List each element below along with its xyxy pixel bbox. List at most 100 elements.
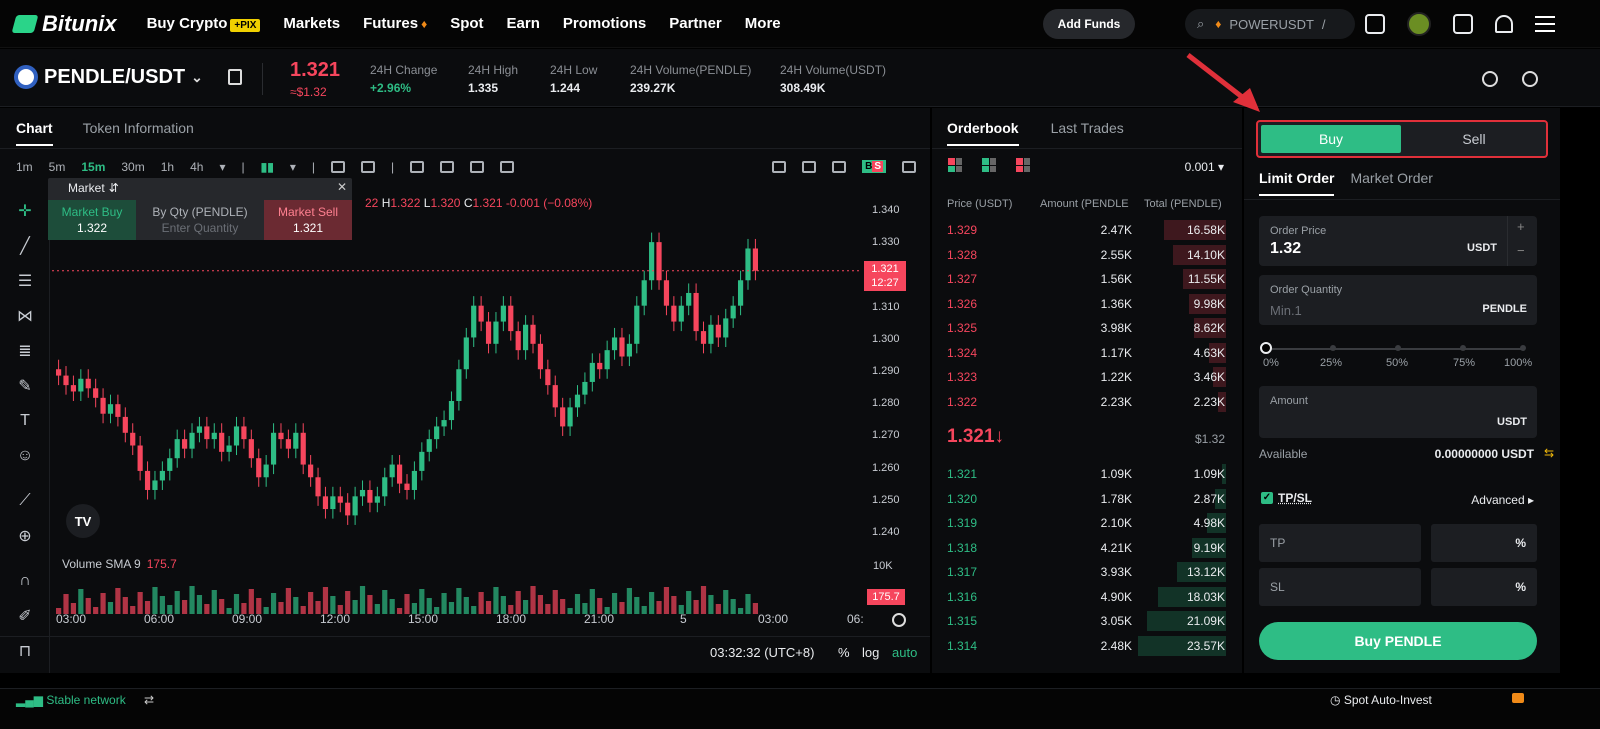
timeframe-30m[interactable]: 30m bbox=[121, 160, 144, 174]
quantity-slider[interactable] bbox=[1260, 342, 1526, 354]
plus-icon[interactable]: + bbox=[1517, 219, 1525, 234]
timeframe-1m[interactable]: 1m bbox=[16, 160, 33, 174]
candle-type-icon[interactable]: ▮▮ bbox=[261, 160, 274, 174]
brush-icon[interactable]: ✎ bbox=[14, 375, 36, 397]
menu-futures[interactable]: Futures ♦ bbox=[363, 15, 427, 32]
magnet-icon[interactable]: ∩ bbox=[14, 570, 36, 592]
market-sell-button[interactable]: Market Sell 1.321 bbox=[264, 200, 352, 240]
horizontal-lines-icon[interactable]: ☰ bbox=[14, 270, 36, 292]
tick-size-select[interactable]: 0.001 ▾ bbox=[1185, 160, 1224, 174]
slider-mark-75[interactable]: 75% bbox=[1453, 357, 1475, 369]
auto-scale-toggle[interactable]: auto bbox=[892, 645, 917, 660]
chevron-down-icon[interactable]: ▾ bbox=[290, 160, 296, 174]
close-icon[interactable]: ✕ bbox=[337, 180, 347, 194]
tab-token-information[interactable]: Token Information bbox=[83, 120, 194, 146]
timeframe-5m[interactable]: 5m bbox=[49, 160, 66, 174]
log-scale-toggle[interactable]: log bbox=[862, 645, 879, 660]
pair-selector[interactable]: PENDLE/USDT ⌄ bbox=[14, 65, 203, 89]
ask-row[interactable]: 1.329 2.47K 16.58K bbox=[932, 218, 1242, 242]
percent-scale-toggle[interactable]: % bbox=[838, 645, 850, 660]
add-funds-button[interactable]: Add Funds bbox=[1043, 9, 1135, 39]
tab-limit-order[interactable]: Limit Order bbox=[1259, 170, 1335, 196]
slider-handle[interactable] bbox=[1260, 342, 1272, 354]
ask-row[interactable]: 1.323 1.22K 3.46K bbox=[932, 365, 1242, 389]
minus-icon[interactable]: − bbox=[1517, 243, 1525, 258]
ask-row[interactable]: 1.322 2.23K 2.23K bbox=[932, 390, 1242, 414]
menu-earn[interactable]: Earn bbox=[507, 15, 540, 32]
sl-input[interactable]: SL bbox=[1259, 568, 1421, 606]
order-quantity-field[interactable]: Order Quantity Min.1 PENDLE bbox=[1259, 275, 1537, 325]
timeframe-15m[interactable]: 15m bbox=[81, 160, 105, 174]
wallet-icon[interactable] bbox=[1365, 14, 1385, 34]
ruler-icon[interactable]: ⟋ bbox=[14, 490, 36, 512]
lock-drawing-icon[interactable]: ✐ bbox=[14, 605, 36, 627]
search-input[interactable]: ⌕ ♦ POWERUSDT / bbox=[1185, 9, 1355, 39]
ask-row[interactable]: 1.324 1.17K 4.63K bbox=[932, 341, 1242, 365]
indicators-icon[interactable] bbox=[330, 161, 345, 173]
settings-gear-icon[interactable] bbox=[1522, 71, 1538, 87]
bid-row[interactable]: 1.318 4.21K 9.19K bbox=[932, 536, 1242, 560]
transfer-arrows-icon[interactable]: ⇄ bbox=[144, 693, 154, 707]
transfer-icon[interactable]: ⇆ bbox=[1544, 446, 1554, 460]
chat-icon[interactable] bbox=[1512, 693, 1524, 703]
menu-more[interactable]: More bbox=[745, 15, 781, 32]
bid-row[interactable]: 1.315 3.05K 21.09K bbox=[932, 609, 1242, 633]
fullscreen-icon[interactable] bbox=[902, 160, 916, 173]
slider-mark-100[interactable]: 100% bbox=[1504, 357, 1532, 369]
fib-icon[interactable]: ≣ bbox=[14, 340, 36, 362]
favorite-icon[interactable] bbox=[228, 69, 242, 85]
chevron-down-icon[interactable]: ▾ bbox=[219, 160, 225, 174]
crosshair-icon[interactable]: ✛ bbox=[14, 200, 36, 222]
tab-market-order[interactable]: Market Order bbox=[1350, 170, 1432, 196]
brand-logo[interactable]: Bitunix bbox=[11, 11, 117, 37]
tab-orderbook[interactable]: Orderbook bbox=[947, 120, 1019, 146]
pattern-icon[interactable]: ⋈ bbox=[14, 305, 36, 327]
menu-spot[interactable]: Spot bbox=[450, 15, 483, 32]
hamburger-menu-icon[interactable] bbox=[1535, 16, 1555, 32]
chart-settings-gear-icon[interactable] bbox=[500, 161, 515, 173]
buy-sell-toggle-icon[interactable]: BS bbox=[862, 160, 886, 173]
tab-last-trades[interactable]: Last Trades bbox=[1051, 120, 1124, 146]
zoom-icon[interactable]: ⊕ bbox=[14, 525, 36, 547]
layout-grid-icon[interactable] bbox=[360, 161, 375, 173]
timer-icon[interactable] bbox=[1482, 71, 1498, 87]
bid-row[interactable]: 1.320 1.78K 2.87K bbox=[932, 487, 1242, 511]
time-axis[interactable]: 03:00 06:00 09:00 12:00 15:00 18:00 21:00 5 03:0… bbox=[52, 612, 864, 630]
order-price-field[interactable]: Order Price 1.32 USDT + − bbox=[1259, 216, 1537, 266]
slider-mark-0[interactable]: 0% bbox=[1263, 357, 1279, 369]
bid-row[interactable]: 1.316 4.90K 18.03K bbox=[932, 585, 1242, 609]
replay-icon[interactable] bbox=[802, 160, 817, 173]
ask-row[interactable]: 1.327 1.56K 11.55K bbox=[932, 267, 1242, 291]
share-icon[interactable] bbox=[440, 161, 455, 173]
download-icon[interactable] bbox=[1453, 14, 1473, 34]
bid-row[interactable]: 1.319 2.10K 4.98K bbox=[932, 511, 1242, 535]
market-buy-button[interactable]: Market Buy 1.322 bbox=[48, 200, 136, 240]
text-tool-icon[interactable]: T bbox=[14, 410, 36, 432]
list-icon[interactable] bbox=[410, 161, 425, 173]
trendline-icon[interactable]: ╱ bbox=[14, 235, 36, 257]
slider-mark-50[interactable]: 50% bbox=[1386, 357, 1408, 369]
ask-row[interactable]: 1.325 3.98K 8.62K bbox=[932, 316, 1242, 340]
chart-reset-icon[interactable] bbox=[892, 613, 906, 627]
sell-tab[interactable]: Sell bbox=[1404, 125, 1544, 153]
avatar[interactable] bbox=[1407, 12, 1431, 36]
amount-field[interactable]: Amount USDT bbox=[1259, 386, 1537, 438]
bid-row[interactable]: 1.314 2.48K 23.57K bbox=[932, 634, 1242, 658]
buy-pendle-button[interactable]: Buy PENDLE bbox=[1259, 622, 1537, 660]
timeframe-1h[interactable]: 1h bbox=[161, 160, 174, 174]
emoji-icon[interactable]: ☺ bbox=[14, 445, 36, 467]
tpsl-checkbox[interactable]: ✓ TP/SL bbox=[1261, 491, 1312, 505]
slider-mark-25[interactable]: 25% bbox=[1320, 357, 1342, 369]
bid-row[interactable]: 1.317 3.93K 13.12K bbox=[932, 560, 1242, 584]
notification-bell-icon[interactable] bbox=[1495, 15, 1513, 33]
ask-row[interactable]: 1.326 1.36K 9.98K bbox=[932, 292, 1242, 316]
candlestick-chart[interactable] bbox=[52, 196, 860, 616]
spot-auto-invest-link[interactable]: ◷ Spot Auto-Invest bbox=[1330, 693, 1432, 707]
menu-promotions[interactable]: Promotions bbox=[563, 15, 646, 32]
comment-icon[interactable] bbox=[772, 160, 787, 173]
tp-input[interactable]: TP bbox=[1259, 524, 1421, 562]
ask-row[interactable]: 1.328 2.55K 14.10K bbox=[932, 243, 1242, 267]
buy-tab[interactable]: Buy bbox=[1261, 125, 1401, 153]
menu-buy-crypto[interactable]: Buy Crypto +PIX bbox=[147, 15, 261, 32]
menu-partner[interactable]: Partner bbox=[669, 15, 722, 32]
